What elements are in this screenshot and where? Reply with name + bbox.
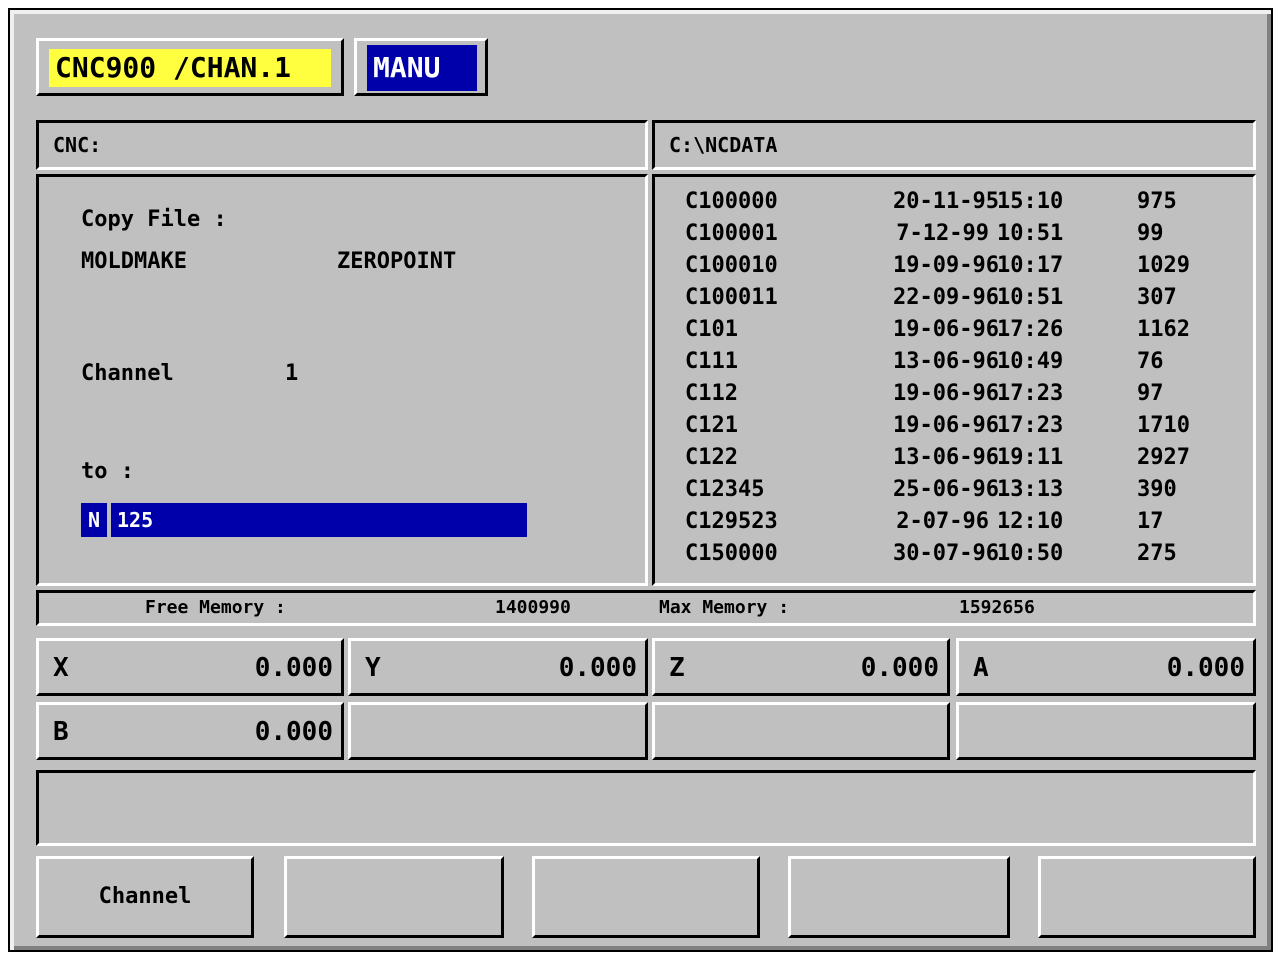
file-name: C12345: [685, 477, 765, 502]
axis-name: Y: [365, 653, 381, 683]
file-time: 13:13: [997, 477, 1064, 502]
message-bar: [36, 770, 1256, 846]
file-time: 10:51: [997, 285, 1064, 310]
memory-status-bar: Free Memory : 1400990 Max Memory : 15926…: [36, 590, 1256, 626]
axis-value: 0.000: [558, 653, 637, 683]
file-name: C101: [685, 317, 738, 342]
channel-title: CNC900 /CHAN.1: [49, 49, 331, 87]
file-size: 307: [1137, 285, 1177, 310]
n-prefix: N: [81, 503, 107, 537]
file-name: C112: [685, 381, 738, 406]
axis-name: A: [973, 653, 989, 683]
file-size: 99: [1137, 221, 1164, 246]
file-time: 17:26: [997, 317, 1064, 342]
copy-file-label: Copy File :: [81, 207, 227, 232]
file-time: 10:50: [997, 541, 1064, 566]
file-name: C129523: [685, 509, 778, 534]
file-date: 19-06-96: [893, 317, 999, 342]
cnc-path-header: CNC:: [36, 120, 648, 170]
file-list-panel: C100000 20-11-95 15:10 975 C100001 7-12-99 10:…: [652, 174, 1256, 586]
file-size: 2927: [1137, 445, 1190, 470]
directory-path-header: C:\NCDATA: [652, 120, 1256, 170]
softkey-channel[interactable]: Channel: [36, 856, 254, 938]
file-time: 17:23: [997, 381, 1064, 406]
file-name: C111: [685, 349, 738, 374]
mode-indicator: MANU: [367, 45, 477, 91]
file-date: 2-07-96: [896, 509, 989, 534]
file-size: 390: [1137, 477, 1177, 502]
free-memory-label: Free Memory :: [145, 597, 286, 618]
file-name: C100001: [685, 221, 778, 246]
file-size: 975: [1137, 189, 1177, 214]
file-date: 7-12-99: [896, 221, 989, 246]
file-name: C100000: [685, 189, 778, 214]
cnc-path-label: CNC:: [53, 133, 102, 157]
axis-a-display: A 0.000: [956, 638, 1256, 696]
source-filename[interactable]: MOLDMAKE: [81, 249, 187, 274]
file-size: 76: [1137, 349, 1164, 374]
file-date: 19-06-96: [893, 381, 999, 406]
axis-x-display: X 0.000: [36, 638, 344, 696]
channel-title-box: CNC900 /CHAN.1: [36, 38, 344, 96]
file-time: 10:17: [997, 253, 1064, 278]
file-size: 97: [1137, 381, 1164, 406]
file-date: 30-07-96: [893, 541, 999, 566]
axis-y-display: Y 0.000: [348, 638, 648, 696]
file-name: C100010: [685, 253, 778, 278]
axis-value: 0.000: [254, 653, 333, 683]
file-date: 13-06-96: [893, 349, 999, 374]
file-date: 19-09-96: [893, 253, 999, 278]
axis-b-display: B 0.000: [36, 702, 344, 760]
softkey-5[interactable]: [1038, 856, 1256, 938]
axis-empty-display: [652, 702, 950, 760]
file-time: 10:49: [997, 349, 1064, 374]
file-size: 1162: [1137, 317, 1190, 342]
file-size: 275: [1137, 541, 1177, 566]
softkey-2[interactable]: [284, 856, 504, 938]
directory-path-label: C:\NCDATA: [669, 133, 778, 157]
axis-name: B: [53, 717, 69, 747]
target-filename[interactable]: ZEROPOINT: [337, 249, 456, 274]
file-time: 10:51: [997, 221, 1064, 246]
file-size: 17: [1137, 509, 1164, 534]
max-memory-value: 1592656: [959, 597, 1035, 618]
file-date: 13-06-96: [893, 445, 999, 470]
to-label: to :: [81, 459, 134, 484]
mode-indicator-box: MANU: [354, 38, 488, 96]
axis-empty-display: [956, 702, 1256, 760]
file-date: 19-06-96: [893, 413, 999, 438]
file-time: 17:23: [997, 413, 1064, 438]
channel-value: 1: [285, 361, 299, 386]
file-name: C150000: [685, 541, 778, 566]
file-name: C100011: [685, 285, 778, 310]
file-date: 20-11-95: [893, 189, 999, 214]
file-time: 19:11: [997, 445, 1064, 470]
file-time: 15:10: [997, 189, 1064, 214]
file-time: 12:10: [997, 509, 1064, 534]
target-program-input[interactable]: 125: [111, 503, 527, 537]
file-name: C122: [685, 445, 738, 470]
file-date: 22-09-96: [893, 285, 999, 310]
file-date: 25-06-96: [893, 477, 999, 502]
axis-value: 0.000: [860, 653, 939, 683]
softkey-4[interactable]: [788, 856, 1010, 938]
channel-label: Channel: [81, 361, 174, 386]
file-size: 1710: [1137, 413, 1190, 438]
copy-file-panel: Copy File : MOLDMAKE ZEROPOINT Channel 1…: [36, 174, 648, 586]
axis-value: 0.000: [254, 717, 333, 747]
axis-name: Z: [669, 653, 685, 683]
softkey-3[interactable]: [532, 856, 760, 938]
axis-value: 0.000: [1166, 653, 1245, 683]
axis-z-display: Z 0.000: [652, 638, 950, 696]
file-size: 1029: [1137, 253, 1190, 278]
file-name: C121: [685, 413, 738, 438]
free-memory-value: 1400990: [495, 597, 571, 618]
axis-empty-display: [348, 702, 648, 760]
axis-name: X: [53, 653, 69, 683]
max-memory-label: Max Memory :: [659, 597, 790, 618]
